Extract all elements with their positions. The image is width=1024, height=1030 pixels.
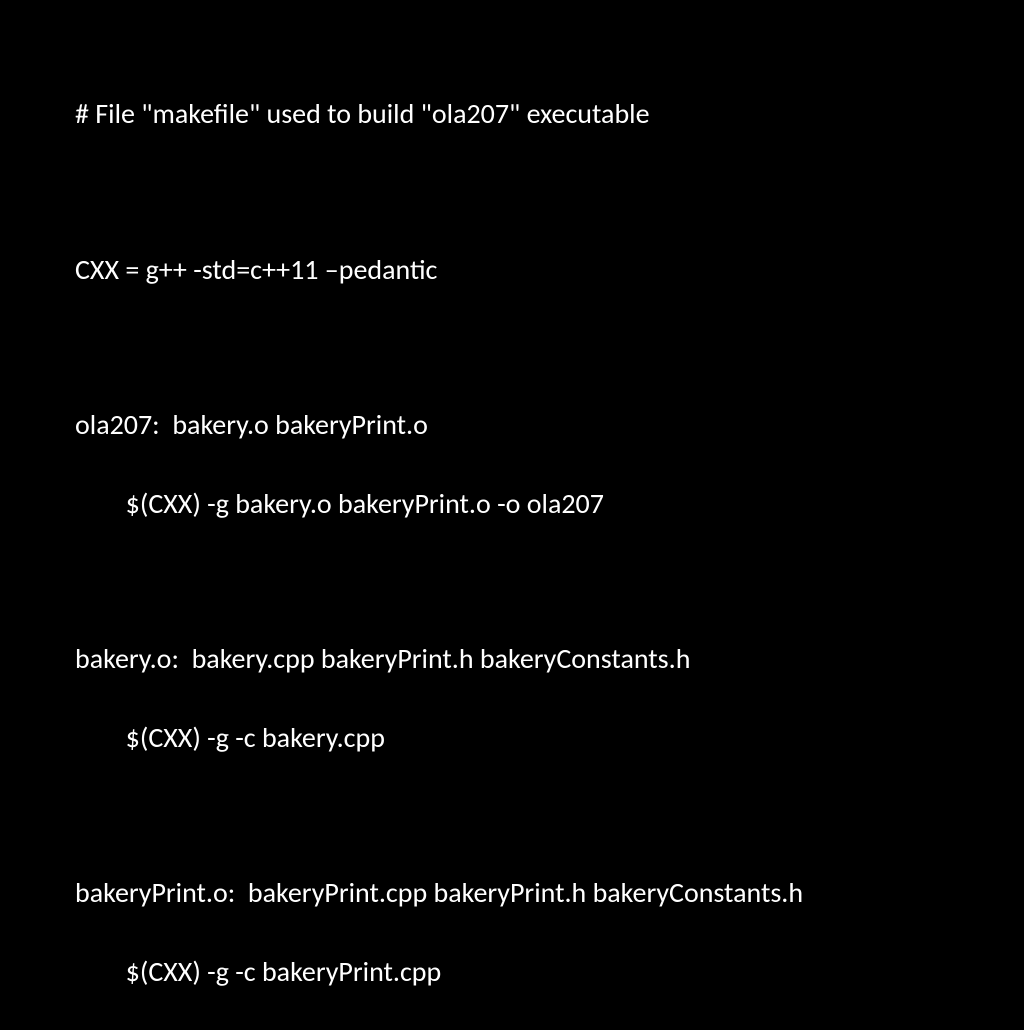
- variable-line: CXX = g++ -std=c++11 –pedantic: [75, 250, 949, 289]
- makefile-content: # File "makefile" used to build "ola207"…: [75, 55, 949, 1030]
- blank-line: [75, 562, 949, 600]
- rule3-command-line: $(CXX) -g -c bakeryPrint.cpp: [75, 952, 949, 991]
- comment-line: # File "makefile" used to build "ola207"…: [75, 94, 949, 133]
- rule1-target-line: ola207: bakery.o bakeryPrint.o: [75, 405, 949, 444]
- rule1-command-line: $(CXX) -g bakery.o bakeryPrint.o -o ola2…: [75, 484, 949, 523]
- rule2-target-line: bakery.o: bakery.cpp bakeryPrint.h baker…: [75, 639, 949, 678]
- rule3-target-line: bakeryPrint.o: bakeryPrint.cpp bakeryPri…: [75, 873, 949, 912]
- rule2-command-line: $(CXX) -g -c bakery.cpp: [75, 718, 949, 757]
- blank-line: [75, 796, 949, 834]
- blank-line: [75, 328, 949, 366]
- blank-line: [75, 173, 949, 211]
